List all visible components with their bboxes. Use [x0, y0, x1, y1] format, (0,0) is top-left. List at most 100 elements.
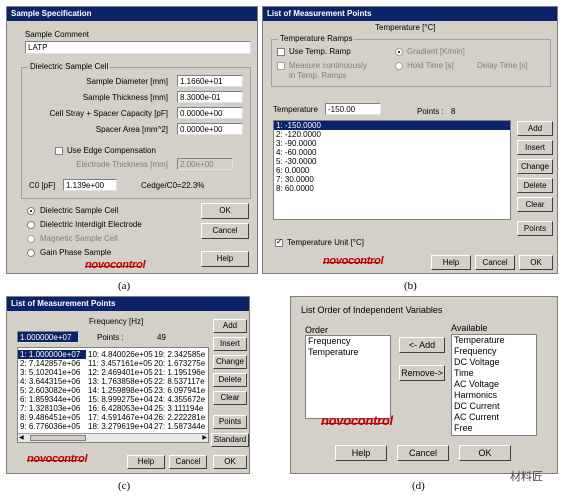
list-item[interactable]: 23: 6.097941e [152, 386, 208, 395]
list-item[interactable]: 22: 8.537117e [152, 377, 208, 386]
clear-button[interactable]: Clear [517, 197, 553, 212]
list-item[interactable]: 19: 2.342585e [152, 350, 208, 359]
scroll-right-icon[interactable]: ▶ [202, 434, 207, 441]
help-button[interactable]: Help [335, 445, 387, 461]
clear-button[interactable]: Clear [213, 391, 247, 405]
ok-button[interactable]: OK [213, 455, 247, 469]
temperature-points-list[interactable]: 1: -150.0000 2: -120.0000 3: -90.0000 4:… [273, 120, 511, 220]
radio-dielectric-sample-cell[interactable] [27, 207, 35, 215]
list-item[interactable]: 12: 2.469401e+05 [86, 368, 153, 377]
radio-gain-phase-sample[interactable] [27, 249, 35, 257]
list-item[interactable]: 4: 3.644315e+06 [18, 377, 86, 386]
gradient-radio[interactable] [395, 48, 403, 56]
cancel-button[interactable]: Cancel [475, 255, 515, 270]
list-item[interactable]: Harmonics [452, 390, 536, 401]
list-item[interactable]: 6: 0.0000 [274, 166, 510, 175]
list-item[interactable]: Temperature [306, 347, 390, 358]
list-item[interactable]: 5: 2.603082e+06 [18, 386, 86, 395]
list-item[interactable]: 3: -90.0000 [274, 139, 510, 148]
list-item[interactable]: DC Voltage [452, 357, 536, 368]
add-button[interactable]: Add [213, 319, 247, 333]
remove-button[interactable]: Remove-> [399, 365, 445, 381]
insert-button[interactable]: Insert [517, 140, 553, 155]
radio-magnetic-sample-cell[interactable] [27, 235, 35, 243]
list-item[interactable]: 13: 1.763858e+05 [86, 377, 153, 386]
measure-continuously-checkbox[interactable] [277, 62, 285, 70]
list-item[interactable]: Time [452, 368, 536, 379]
ok-button[interactable]: OK [459, 445, 511, 461]
sample-comment-input[interactable]: LATP [25, 41, 251, 54]
help-button[interactable]: Help [201, 251, 249, 267]
list-item[interactable]: 26: 2.222281e [152, 413, 208, 422]
list-item[interactable]: 7: 30.0000 [274, 175, 510, 184]
list-item[interactable]: Frequency [452, 346, 536, 357]
frequency-points-list[interactable]: 1: 1.000000e+07 2: 7.142857e+06 3: 5.102… [17, 347, 209, 443]
use-temp-ramp-checkbox[interactable] [277, 48, 285, 56]
list-item[interactable]: 7: 1.328103e+06 [18, 404, 86, 413]
electrode-thickness-input[interactable]: 2.00e+00 [177, 158, 233, 170]
list-item[interactable]: 21: 1.195196e [152, 368, 208, 377]
ok-button[interactable]: OK [201, 203, 249, 219]
scroll-left-icon[interactable]: ◀ [19, 434, 24, 441]
points-button[interactable]: Points [213, 415, 247, 429]
available-list[interactable]: Temperature Frequency DC Voltage Time AC… [451, 334, 537, 436]
list-item[interactable]: 25: 3.111194e [152, 404, 208, 413]
radio-interdigit-electrode[interactable] [27, 221, 35, 229]
list-item[interactable]: Frequency [306, 336, 390, 347]
points-button[interactable]: Points [517, 221, 553, 236]
list-item[interactable]: 20: 1.673275e [152, 359, 208, 368]
spacer-area-input[interactable]: 0.0000e+00 [177, 123, 243, 135]
temperature-unit-checkbox[interactable] [275, 237, 283, 247]
list-item[interactable]: DC Current [452, 401, 536, 412]
c0-input[interactable]: 1.139e+00 [63, 179, 117, 191]
change-button[interactable]: Change [213, 355, 247, 369]
cancel-button[interactable]: Cancel [169, 455, 207, 469]
list-item[interactable]: 27: 1.587344e [152, 422, 208, 431]
add-button[interactable]: <- Add [399, 337, 445, 353]
list-item[interactable]: 15: 8.999275e+04 [86, 395, 153, 404]
list-item[interactable]: 10: 4.840026e+05 [86, 350, 153, 359]
list-item[interactable]: 2: 7.142857e+06 [18, 359, 86, 368]
delete-button[interactable]: Delete [213, 373, 247, 387]
order-list[interactable]: Frequency Temperature [305, 335, 391, 419]
list-item[interactable]: 8: 9.486451e+05 [18, 413, 86, 422]
cancel-button[interactable]: Cancel [397, 445, 449, 461]
list-item[interactable]: 6: 1.859344e+06 [18, 395, 86, 404]
list-item[interactable]: AC Voltage [452, 379, 536, 390]
frequency-input[interactable]: 1.000000e+07 [17, 331, 79, 343]
help-button[interactable]: Help [127, 455, 165, 469]
list-item[interactable]: 14: 1.259898e+05 [86, 386, 153, 395]
list-item[interactable]: 8: 60.0000 [274, 184, 510, 193]
list-item[interactable]: Temperature [452, 335, 536, 346]
ok-button[interactable]: OK [519, 255, 553, 270]
cancel-button[interactable]: Cancel [201, 223, 249, 239]
delete-button[interactable]: Delete [517, 178, 553, 193]
list-item[interactable]: 5: -30.0000 [274, 157, 510, 166]
list-item[interactable]: 1: 1.000000e+07 [18, 350, 86, 359]
sample-diameter-input[interactable]: 1.1660e+01 [177, 75, 243, 87]
add-button[interactable]: Add [517, 121, 553, 136]
standard-button[interactable]: Standard [211, 433, 249, 447]
list-item[interactable]: 18: 3.279619e+04 [86, 422, 153, 431]
list-item[interactable]: 9: 6.776036e+05 [18, 422, 86, 431]
list-item[interactable]: 17: 4.591467e+04 [86, 413, 153, 422]
hold-time-radio[interactable] [395, 62, 403, 70]
insert-button[interactable]: Insert [213, 337, 247, 351]
list-item[interactable]: 11: 3.457161e+05 [86, 359, 152, 368]
list-item[interactable]: 2: -120.0000 [274, 130, 510, 139]
list-item[interactable]: 3: 5.102041e+06 [18, 368, 86, 377]
list-item[interactable]: 1: -150.0000 [274, 121, 510, 130]
list-item[interactable]: AC Current [452, 412, 536, 423]
help-button[interactable]: Help [431, 255, 471, 270]
list-item[interactable]: 16: 6.428053e+04 [86, 404, 153, 413]
change-button[interactable]: Change [517, 159, 553, 174]
sample-thickness-input[interactable]: 8.3000e-01 [177, 91, 243, 103]
edge-compensation-checkbox[interactable] [55, 147, 63, 155]
horizontal-scrollbar[interactable]: ◀ ▶ [18, 433, 208, 442]
temperature-input[interactable]: -150.00 [325, 103, 381, 115]
list-item[interactable]: 24: 4.355672e [152, 395, 208, 404]
cell-stray-input[interactable]: 0.0000e+00 [177, 107, 243, 119]
list-item[interactable]: Free [452, 423, 536, 434]
scroll-thumb[interactable] [30, 435, 86, 441]
list-item[interactable]: 4: -60.0000 [274, 148, 510, 157]
